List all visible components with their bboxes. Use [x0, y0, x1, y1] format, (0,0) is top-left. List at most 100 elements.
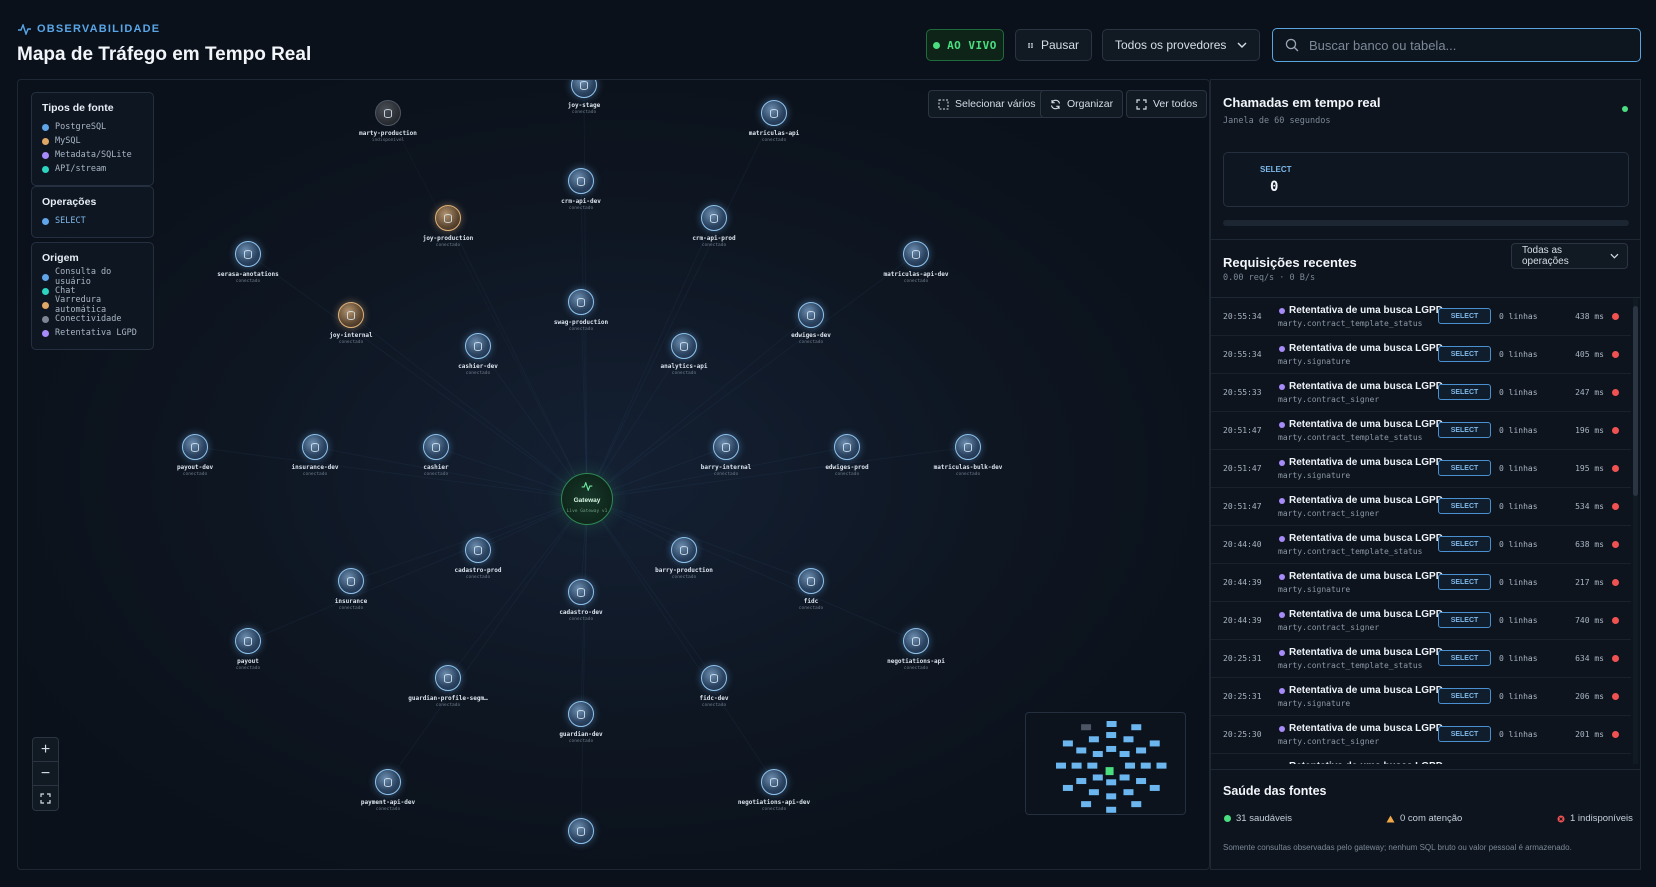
database-node[interactable]: matriculas-api-dev conectado [871, 241, 961, 284]
request-row[interactable]: 20:44:39 Retentativa de uma busca LGPD → m… [1211, 564, 1631, 602]
database-node[interactable]: negotiations-api conectado [871, 628, 961, 671]
legend-item: Varredura automática [42, 295, 143, 315]
database-node[interactable]: swag-production conectado [536, 289, 626, 332]
search-box[interactable] [1272, 28, 1641, 62]
live-indicator-dot [933, 41, 941, 49]
request-row[interactable]: 20:44:40 Retentativa de uma busca LGPD → m… [1211, 526, 1631, 564]
request-row[interactable]: 20:51:47 Retentativa de uma busca LGPD → m… [1211, 450, 1631, 488]
node-status: indisponível [371, 138, 405, 143]
database-node[interactable]: barry-production conectado [639, 537, 729, 580]
database-node[interactable]: matriculas-api conectado [729, 100, 819, 143]
database-node[interactable]: insurance-dev conectado [270, 434, 360, 477]
search-input[interactable] [1308, 37, 1628, 53]
request-row[interactable]: 20:25:31 Retentativa de uma busca LGPD → m… [1211, 640, 1631, 678]
database-node[interactable]: cashier conectado [391, 434, 481, 477]
database-node[interactable]: negotiations-api-dev conectado [729, 769, 819, 812]
minimap-node [1076, 778, 1087, 785]
node-name: matriculas-bulk-dev [933, 464, 1003, 471]
node-status: conectado [798, 340, 824, 345]
request-row[interactable]: 20:44:39 Retentativa de uma busca LGPD → m… [1211, 602, 1631, 640]
database-node[interactable]: cadastro-prod conectado [433, 537, 523, 580]
metric-label: SELECT [1260, 165, 1292, 174]
request-lines: 0 linhas [1499, 350, 1538, 359]
request-row[interactable]: 20:55:34 Retentativa de uma busca LGPD → m… [1211, 336, 1631, 374]
database-node[interactable]: barry-internal conectado [681, 434, 771, 477]
request-row[interactable]: 20:51:47 Retentativa de uma busca LGPD → m… [1211, 488, 1631, 526]
database-node[interactable]: fidc-dev conectado [669, 665, 759, 708]
database-icon [798, 302, 824, 328]
node-name: joy-production [422, 235, 474, 242]
request-row[interactable]: 20:25:31 Retentativa de uma busca LGPD → m… [1211, 678, 1631, 716]
database-node[interactable]: joy-stage conectado [539, 80, 629, 115]
organize-button[interactable]: Organizar [1040, 90, 1124, 118]
legend-item: MySQL [42, 134, 143, 148]
database-node[interactable]: insurance conectado [306, 568, 396, 611]
request-row[interactable]: 20:51:47 Retentativa de uma busca LGPD → m… [1211, 412, 1631, 450]
recent-requests-list[interactable]: 20:55:34 Retentativa de uma busca LGPD → m… [1211, 298, 1631, 764]
database-node[interactable]: crm-api-dev conectado [536, 168, 626, 211]
database-icon [903, 628, 929, 654]
database-node[interactable]: crm-api-prod conectado [669, 205, 759, 248]
node-name: insurance-dev [291, 464, 339, 471]
request-row[interactable]: 20:55:33 Retentativa de uma busca LGPD → m… [1211, 374, 1631, 412]
minimap-node [1136, 747, 1147, 754]
requests-scrollbar[interactable] [1633, 298, 1638, 764]
database-node[interactable]: joy-production conectado [403, 205, 493, 248]
request-row[interactable]: 20:55:34 Retentativa de uma busca LGPD → m… [1211, 298, 1631, 336]
provider-select[interactable]: Todos os provedores [1102, 29, 1260, 61]
request-row[interactable]: 20:21:44Retentativa de uma busca LGPD →S… [1211, 754, 1631, 764]
database-node[interactable]: guardian-dev conectado [536, 701, 626, 744]
minimap[interactable] [1025, 712, 1186, 815]
operation-badge: SELECT [1438, 650, 1491, 666]
traffic-map[interactable]: joy-stage conectado marty-production indisp… [17, 79, 1210, 870]
database-node[interactable] [536, 818, 626, 848]
fit-view-button[interactable] [33, 786, 58, 810]
side-panel: Chamadas em tempo real Janela de 60 segu… [1210, 79, 1641, 870]
database-node[interactable]: cadastro-dev conectado [536, 579, 626, 622]
operation-badge: SELECT [1438, 726, 1491, 742]
zoom-in-button[interactable]: + [33, 738, 58, 762]
database-node[interactable]: payment-api-dev conectado [343, 769, 433, 812]
minimap-node [1106, 793, 1117, 800]
minimap-node [1088, 789, 1099, 796]
database-node[interactable]: payout conectado [203, 628, 293, 671]
minimap-node [1149, 740, 1160, 747]
minimap-node [1149, 784, 1160, 791]
recent-title: Requisições recentes [1223, 255, 1357, 270]
database-node[interactable]: joy-internal conectado [306, 302, 396, 345]
database-node[interactable]: payout-dev conectado [150, 434, 240, 477]
database-node[interactable]: matriculas-bulk-dev conectado [923, 434, 1013, 477]
database-node[interactable]: marty-production indisponível [343, 100, 433, 143]
node-name: barry-production [655, 567, 713, 574]
database-node[interactable]: guardian-profile-segm… conectado [403, 665, 493, 708]
database-node[interactable]: edwiges-prod conectado [802, 434, 892, 477]
scrollbar-thumb[interactable] [1633, 306, 1638, 496]
request-origin: Retentativa de uma busca LGPD → [1289, 609, 1456, 620]
database-icon [375, 100, 401, 126]
database-glyph [770, 108, 778, 118]
request-row[interactable]: 20:25:30 Retentativa de uma busca LGPD → m… [1211, 716, 1631, 754]
minimap-node [1056, 762, 1066, 769]
database-node[interactable]: serasa-anotations conectado [203, 241, 293, 284]
zoom-out-button[interactable]: − [33, 762, 58, 786]
legend-item: Metadata/SQLite [42, 148, 143, 162]
database-node[interactable]: analytics-api conectado [639, 333, 729, 376]
operation-badge: SELECT [1438, 346, 1491, 362]
pause-button[interactable]: Pausar [1015, 29, 1092, 61]
minimap-gateway [1105, 767, 1114, 776]
gateway-node[interactable]: Gateway Live Gateway v1 [561, 473, 613, 525]
view-all-button[interactable]: Ver todos [1126, 90, 1208, 118]
database-icon [435, 665, 461, 691]
down-label: 1 indisponíveis [1570, 813, 1633, 824]
database-glyph [384, 777, 392, 787]
operations-filter-select[interactable]: Todas as operações [1511, 243, 1628, 269]
warning-icon [1386, 815, 1395, 822]
request-lines: 0 linhas [1499, 426, 1538, 435]
warning-count: 0 com atenção [1386, 813, 1462, 824]
database-node[interactable]: fidc conectado [766, 568, 856, 611]
database-node[interactable]: cashier-dev conectado [433, 333, 523, 376]
database-node[interactable]: edwiges-dev conectado [766, 302, 856, 345]
legend-title: Origem [42, 252, 79, 264]
select-multiple-button[interactable]: Selecionar vários [928, 90, 1046, 118]
database-icon [568, 701, 594, 727]
